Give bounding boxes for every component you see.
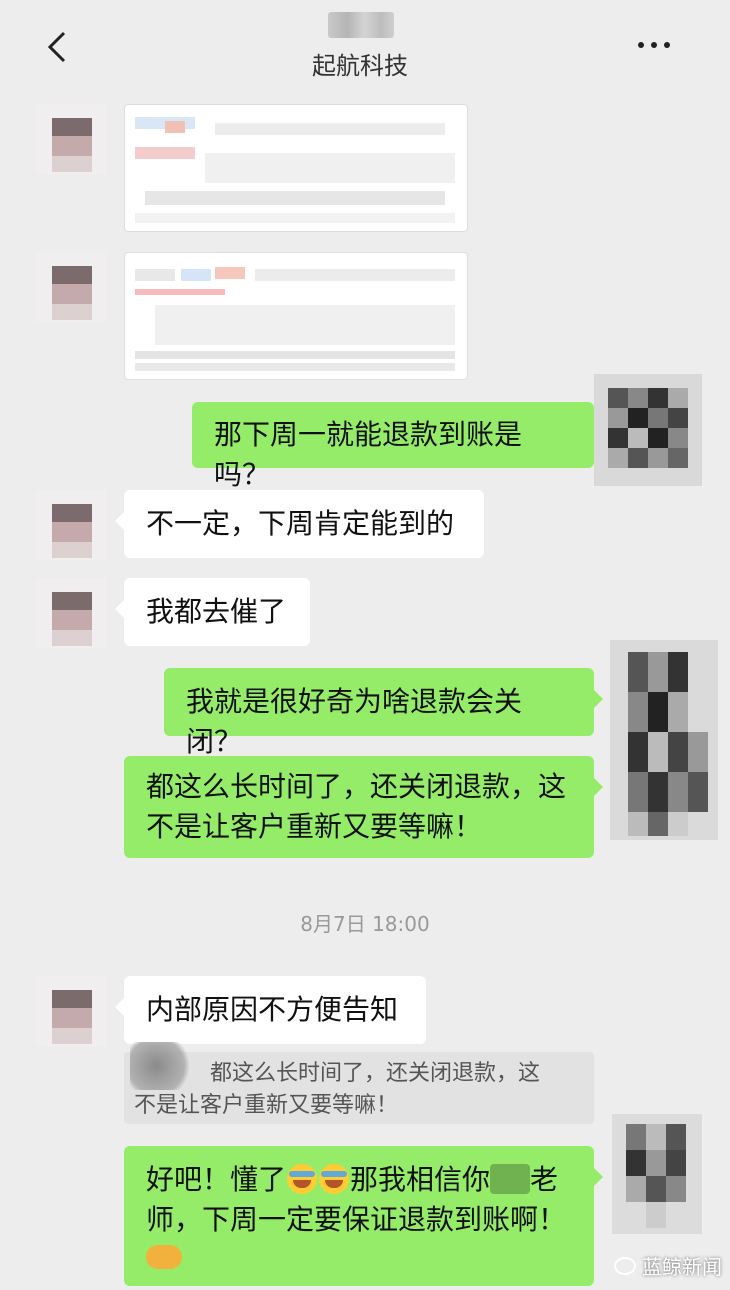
message-bubble[interactable]: 内部原因不方便告知 [115,976,426,1044]
avatar[interactable] [36,104,106,174]
blurred-name [328,12,394,38]
message-bubble[interactable]: 那下周一就能退款到账是吗？ [192,402,603,491]
message-bubble[interactable]: 我就是很好奇为啥退款会关闭？ [164,668,603,758]
avatar[interactable] [36,490,106,560]
handshake-emoji-icon [146,1245,182,1269]
message-text: 好吧！懂了 [146,1163,287,1196]
more-dots-icon[interactable] [636,40,672,50]
avatar[interactable] [610,640,718,840]
avatar[interactable] [36,578,106,648]
chat-title: 起航科技 [312,52,408,80]
screenshot-image-message[interactable] [124,104,468,232]
weibo-icon [614,1256,636,1275]
message-bubble[interactable]: 不一定，下周肯定能到的 [115,490,484,558]
timestamp: 8月7日 18:00 [300,912,430,936]
message-line: 不是让客户重新又要等嘛！ [146,810,483,843]
message-line: 师，下周一定要保证退款到账啊！ [146,1203,567,1236]
quote-line: 都这么长时间了，还关闭退款，这 [210,1061,541,1086]
avatar[interactable] [612,1114,702,1234]
quote-line: 不是让客户重新又要等嘛！ [134,1093,399,1118]
crying-laughing-emoji-icon [287,1164,318,1194]
blurred-quote-avatar [130,1042,196,1090]
avatar[interactable] [36,976,106,1046]
chat-header: 起航科技 [0,0,730,92]
watermark-text: 蓝鲸新闻 [642,1255,722,1279]
message-text: 老 [530,1163,559,1196]
watermark: 蓝鲸新闻 [614,1251,722,1280]
crying-laughing-emoji-icon [319,1164,350,1194]
message-bubble[interactable]: 都这么长时间了，还关闭退款，这 不是让客户重新又要等嘛！ [124,756,603,858]
avatar[interactable] [36,252,106,322]
censored-name [490,1164,531,1194]
screenshot-image-message[interactable] [124,252,468,380]
message-bubble[interactable]: 好吧！懂了 那我相信你 老 师，下周一定要保证退款到账啊！ [124,1146,603,1286]
message-bubble[interactable]: 我都去催了 [115,578,310,646]
message-line: 都这么长时间了，还关闭退款，这 [146,770,567,803]
message-text: 那我相信你 [350,1163,491,1196]
avatar[interactable] [594,374,702,486]
